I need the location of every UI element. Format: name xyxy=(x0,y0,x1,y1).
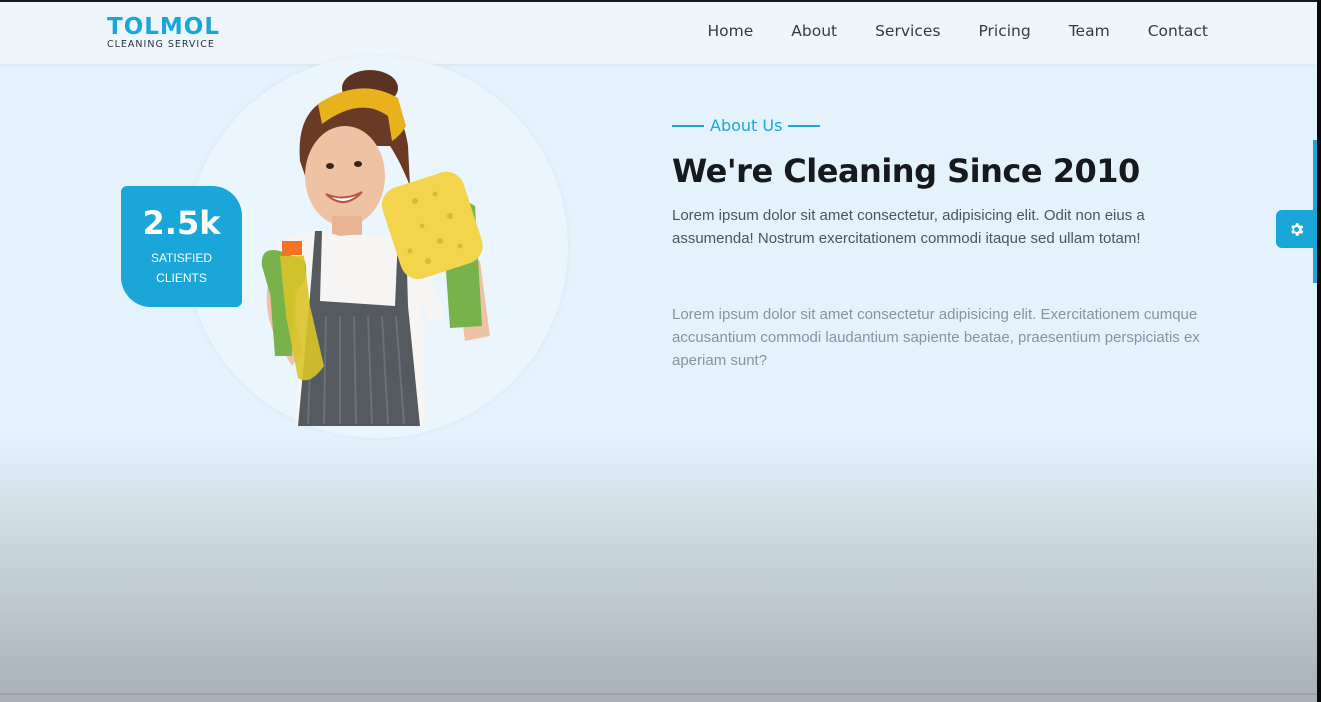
logo-name: TOLMOL xyxy=(107,14,220,40)
settings-button[interactable] xyxy=(1276,210,1317,248)
nav-contact[interactable]: Contact xyxy=(1148,22,1208,40)
logo-tagline: CLEANING SERVICE xyxy=(107,39,215,50)
about-paragraph-2: Lorem ipsum dolor sit amet consectetur a… xyxy=(672,306,1200,369)
nav-home[interactable]: Home xyxy=(707,22,753,40)
nav-about[interactable]: About xyxy=(791,22,837,40)
nav-pricing[interactable]: Pricing xyxy=(978,22,1030,40)
logo[interactable]: TOLMOL CLEANING SERVICE xyxy=(107,15,220,50)
hero-image xyxy=(261,70,490,426)
bottom-divider xyxy=(0,693,1317,695)
nav-services[interactable]: Services xyxy=(875,22,940,40)
about-section: About Us We're Cleaning Since 2010 Lorem… xyxy=(672,116,1212,372)
about-paragraph-1: Lorem ipsum dolor sit amet consectetur, … xyxy=(672,207,1145,247)
stat-label: SATISFIED CLIENTS xyxy=(150,251,213,285)
section-eyebrow: About Us xyxy=(672,116,1212,135)
page: TOLMOL CLEANING SERVICE Home About Servi… xyxy=(0,0,1317,702)
nav-team[interactable]: Team xyxy=(1069,22,1110,40)
eyebrow-rule-left xyxy=(672,124,704,127)
window-edge xyxy=(1317,0,1321,702)
main-nav: Home About Services Pricing Team Contact xyxy=(707,22,1208,40)
stat-value: 2.5k xyxy=(142,204,221,242)
navbar: TOLMOL CLEANING SERVICE Home About Servi… xyxy=(0,2,1317,64)
stat-badge: 2.5k SATISFIED CLIENTS xyxy=(121,186,242,307)
eyebrow-label: About Us xyxy=(710,116,783,135)
gear-icon xyxy=(1291,222,1304,236)
eyebrow-rule-right xyxy=(788,124,821,127)
section-title: We're Cleaning Since 2010 xyxy=(672,152,1140,190)
